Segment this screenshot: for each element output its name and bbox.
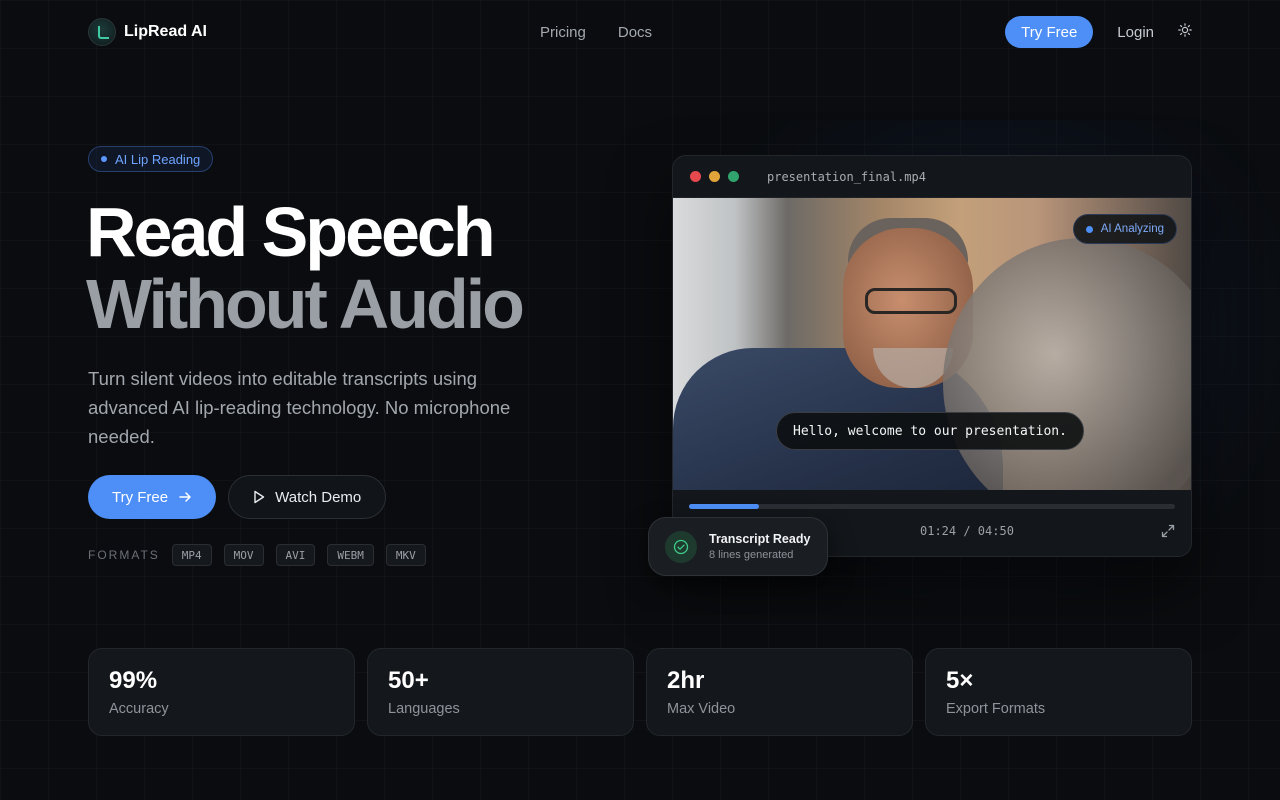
stat-label: Export Formats (946, 701, 1046, 717)
video-frame[interactable]: AI Analyzing Hello, welcome to our prese… (673, 198, 1191, 490)
hero-subtitle: Turn silent videos into editable transcr… (88, 368, 511, 447)
try-free-label: Try Free (112, 488, 169, 506)
theme-toggle-button[interactable] (1178, 22, 1192, 42)
stat-value: 5× (946, 667, 974, 694)
brand-name: LipRead AI (124, 23, 207, 40)
toast-subtitle: 8 lines generated (709, 549, 794, 561)
stat-label: Languages (388, 701, 460, 717)
stat-card-accuracy: 99% Accuracy (88, 648, 355, 736)
formats-label: FORMATS (88, 548, 160, 562)
stat-card-languages: 50+ Languages (367, 648, 634, 736)
brand[interactable]: LipRead AI (88, 18, 207, 46)
video-foreground-blur (943, 238, 1191, 490)
hero-badge: AI Lip Reading (88, 146, 214, 172)
format-chip: MOV (223, 544, 264, 566)
format-chip: WEBM (327, 544, 374, 566)
nav-links: Pricing Docs (540, 24, 652, 41)
stat-value: 50+ (388, 667, 429, 694)
stat-value: 99% (109, 667, 158, 694)
nav-actions: Try Free Login (1005, 16, 1192, 48)
stat-card-max-video: 2hr Max Video (646, 648, 913, 736)
player-titlebar: presentation_final.mp4 (673, 156, 1191, 198)
hero-title-line1: Read Speech (86, 193, 496, 271)
toast-title: Transcript Ready (709, 532, 811, 546)
window-close-dot (690, 171, 701, 182)
watch-demo-button[interactable]: Watch Demo (228, 475, 387, 519)
formats-row: FORMATS MP4 MOV AVI WEBM MKV (88, 544, 426, 566)
window-minimize-dot (709, 171, 720, 182)
nav-link-pricing[interactable]: Pricing (540, 24, 586, 41)
ai-analyzing-badge: AI Analyzing (1072, 214, 1177, 244)
stats-row: 99% Accuracy 50+ Languages 2hr Max Video… (88, 648, 1192, 736)
hero-title: Read Speech Without Audio (86, 193, 525, 343)
stat-card-export-formats: 5× Export Formats (925, 648, 1192, 736)
nav-link-docs[interactable]: Docs (618, 24, 652, 41)
video-caption: Hello, welcome to our presentation. (776, 412, 1084, 450)
try-free-button[interactable]: Try Free (88, 475, 217, 519)
format-chip: AVI (275, 544, 316, 566)
stat-label: Max Video (667, 701, 736, 717)
arrow-right-icon (179, 492, 191, 502)
check-circle-icon (665, 530, 697, 563)
sun-icon (1178, 22, 1192, 37)
stat-value: 2hr (667, 667, 705, 694)
video-player-card: presentation_final.mp4 AI Analyzing Hell… (672, 155, 1192, 557)
ai-analyzing-text: AI Analyzing (1100, 223, 1164, 235)
status-dot-icon (1085, 225, 1093, 233)
play-icon (254, 490, 265, 504)
fullscreen-icon[interactable] (1161, 524, 1175, 538)
transcript-ready-toast[interactable]: Transcript Ready 8 lines generated (648, 517, 828, 576)
playback-time: 01:24 / 04:50 (920, 524, 1014, 538)
hero-cta-row: Try Free Watch Demo (88, 475, 387, 519)
video-filename: presentation_final.mp4 (767, 169, 926, 184)
progress-fill (689, 504, 760, 509)
stat-label: Accuracy (109, 701, 169, 717)
toast-text: Transcript Ready 8 lines generated (709, 532, 810, 561)
logo-icon (88, 18, 116, 46)
hero-badge-text: AI Lip Reading (115, 151, 201, 167)
nav-try-free-button[interactable]: Try Free (1005, 16, 1094, 48)
format-chip: MP4 (171, 544, 212, 566)
top-nav: LipRead AI Pricing Docs Try Free Login (88, 16, 1192, 48)
format-chip: MKV (385, 544, 426, 566)
video-person-glasses (865, 288, 957, 314)
badge-dot-icon (101, 156, 107, 162)
login-link[interactable]: Login (1117, 24, 1154, 41)
progress-track[interactable] (689, 504, 1175, 509)
hero-title-line2: Without Audio (86, 265, 525, 343)
window-maximize-dot (728, 171, 739, 182)
watch-demo-label: Watch Demo (275, 488, 362, 506)
